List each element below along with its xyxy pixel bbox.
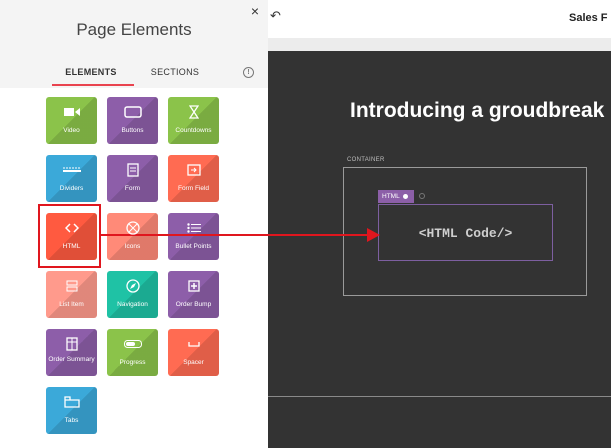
html-tag-label: HTML [382, 193, 400, 200]
tile-label: Order Bump [175, 301, 212, 308]
html-code-placeholder: <HTML Code/> [418, 226, 513, 241]
element-tile-icons[interactable]: Icons [107, 213, 158, 260]
tag-option-icon[interactable] [419, 193, 425, 199]
tile-label: Order Summary [48, 356, 95, 363]
tile-label: Countdowns [175, 127, 212, 134]
html-element-tag[interactable]: HTML [378, 190, 414, 203]
element-tile-countdowns[interactable]: Countdowns [168, 97, 219, 144]
tile-label: List Item [59, 301, 84, 308]
tile-label: Progress [119, 359, 146, 366]
icons-icon [107, 221, 158, 235]
spacer-icon [168, 337, 219, 351]
progress-icon [107, 337, 158, 351]
order-bump-icon [168, 279, 219, 293]
tile-label: Icons [124, 243, 141, 250]
tabs-icon [46, 395, 97, 409]
tile-label: Bullet Points [175, 243, 212, 250]
element-tile-navigation[interactable]: Navigation [107, 271, 158, 318]
canvas-top-strip [268, 38, 611, 51]
dividers-icon [46, 163, 97, 177]
html-tile-highlight [38, 204, 101, 268]
tile-label: Buttons [121, 127, 144, 134]
form-field-icon [168, 163, 219, 177]
hourglass-icon [168, 105, 219, 119]
page-title: Sales F [569, 12, 608, 24]
navigation-icon [107, 279, 158, 293]
element-tile-order-bump[interactable]: Order Bump [168, 271, 219, 318]
element-tile-tabs[interactable]: Tabs [46, 387, 97, 434]
undo-icon[interactable]: ↶ [270, 8, 281, 24]
order-summary-icon [46, 337, 97, 351]
element-tile-buttons[interactable]: Buttons [107, 97, 158, 144]
page-headline[interactable]: Introducing a groudbreak [350, 99, 604, 123]
element-tile-video[interactable]: Video [46, 97, 97, 144]
tile-label: Dividers [59, 185, 84, 192]
bullet-list-icon [168, 221, 219, 235]
arrow-annotation-head [367, 228, 380, 242]
page-elements-panel: Page Elements × ELEMENTS SECTIONS ! Vide… [0, 0, 268, 448]
tile-label: HTML [62, 243, 81, 250]
section-divider [268, 396, 611, 397]
buttons-icon [107, 105, 158, 119]
tile-label: Spacer [183, 359, 204, 366]
tile-label: Form [124, 185, 141, 192]
element-tile-dividers[interactable]: Dividers [46, 155, 97, 202]
panel-title: Page Elements [76, 20, 192, 39]
tab-sections[interactable]: SECTIONS [140, 67, 210, 77]
close-icon[interactable]: × [248, 4, 262, 18]
element-tile-order-summary[interactable]: Order Summary [46, 329, 97, 376]
code-icon [46, 221, 97, 235]
tile-label: Video [63, 127, 80, 134]
panel-header [0, 0, 268, 88]
info-icon[interactable]: ! [243, 67, 254, 78]
element-tile-list-item[interactable]: List Item [46, 271, 97, 318]
active-tab-underline [52, 84, 134, 86]
tile-label: Navigation [117, 301, 148, 308]
element-tile-bullet-points[interactable]: Bullet Points [168, 213, 219, 260]
settings-dot-icon[interactable] [402, 193, 408, 199]
form-icon [107, 163, 158, 177]
list-item-icon [46, 279, 97, 293]
element-tile-spacer[interactable]: Spacer [168, 329, 219, 376]
tab-elements[interactable]: ELEMENTS [52, 67, 130, 77]
editor-toolbar [268, 0, 611, 39]
element-tile-form[interactable]: Form [107, 155, 158, 202]
video-icon [46, 105, 97, 119]
container-label: CONTAINER [347, 157, 385, 163]
element-tile-progress[interactable]: Progress [107, 329, 158, 376]
element-tile-form-field[interactable]: Form Field [168, 155, 219, 202]
tile-label: Tabs [64, 417, 79, 424]
tile-label: Form Field [177, 185, 210, 192]
